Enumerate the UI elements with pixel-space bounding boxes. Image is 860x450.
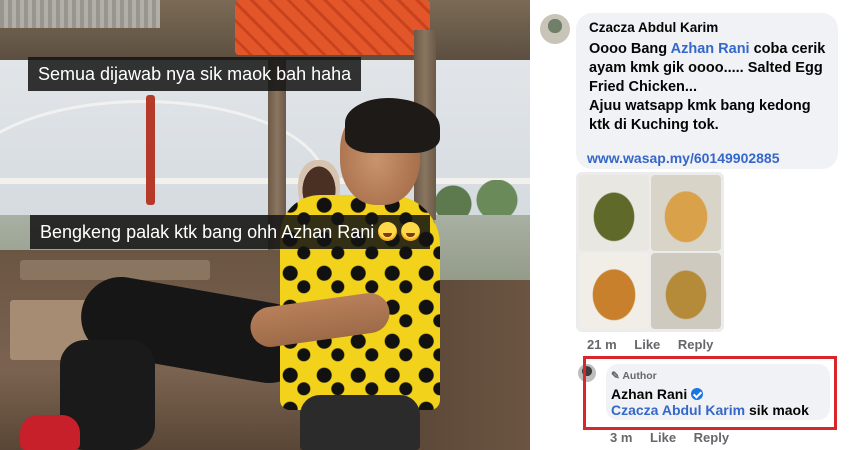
- whatsapp-link[interactable]: www.wasap.my/60149902885: [587, 150, 780, 166]
- avatar[interactable]: [540, 14, 570, 44]
- laughing-emoji-icon: [401, 222, 421, 241]
- trees: [420, 180, 530, 220]
- food-thumbnail[interactable]: [579, 253, 649, 329]
- comment-author[interactable]: Czacza Abdul Karim: [589, 20, 718, 35]
- caption-bottom-text: Bengkeng palak ktk bang ohh Azhan Rani: [40, 222, 375, 242]
- food-thumbnail[interactable]: [651, 175, 721, 251]
- red-pole: [146, 95, 155, 205]
- caption-top-text: Semua dijawab nya sik maok bah haha: [38, 64, 352, 84]
- comment-text-line2: Ajuu watsapp kmk bang kedong ktk di Kuch…: [589, 98, 811, 133]
- laughing-emoji-icon: [378, 222, 398, 241]
- black-bag: [300, 395, 420, 450]
- reply-reply-button[interactable]: Reply: [694, 430, 729, 445]
- reply-actions: 3 m Like Reply: [610, 430, 743, 445]
- caption-bottom: Bengkeng palak ktk bang ohh Azhan Rani: [30, 215, 431, 249]
- like-button[interactable]: Like: [634, 337, 660, 352]
- post-photo[interactable]: Semua dijawab nya sik maok bah haha Beng…: [0, 0, 530, 450]
- reply-like-button[interactable]: Like: [650, 430, 676, 445]
- comment-actions: 21 m Like Reply: [587, 337, 727, 352]
- orange-cargo-net: [235, 0, 430, 55]
- comment-text: Oooo Bang Azhan Rani coba cerik ayam kmk…: [589, 40, 833, 135]
- food-thumbnail[interactable]: [579, 175, 649, 251]
- reply-button[interactable]: Reply: [678, 337, 713, 352]
- reply-time: 3 m: [610, 430, 633, 445]
- red-shoe: [20, 415, 80, 450]
- food-thumbnail[interactable]: [651, 253, 721, 329]
- comment-time: 21 m: [587, 337, 617, 352]
- comment-mention[interactable]: Azhan Rani: [671, 41, 750, 57]
- roof-net: [0, 0, 160, 28]
- comment-text-prefix: Oooo Bang: [589, 41, 671, 57]
- caption-top: Semua dijawab nya sik maok bah haha: [28, 57, 362, 91]
- highlight-box: [583, 356, 837, 430]
- food-photo-grid[interactable]: [576, 172, 724, 332]
